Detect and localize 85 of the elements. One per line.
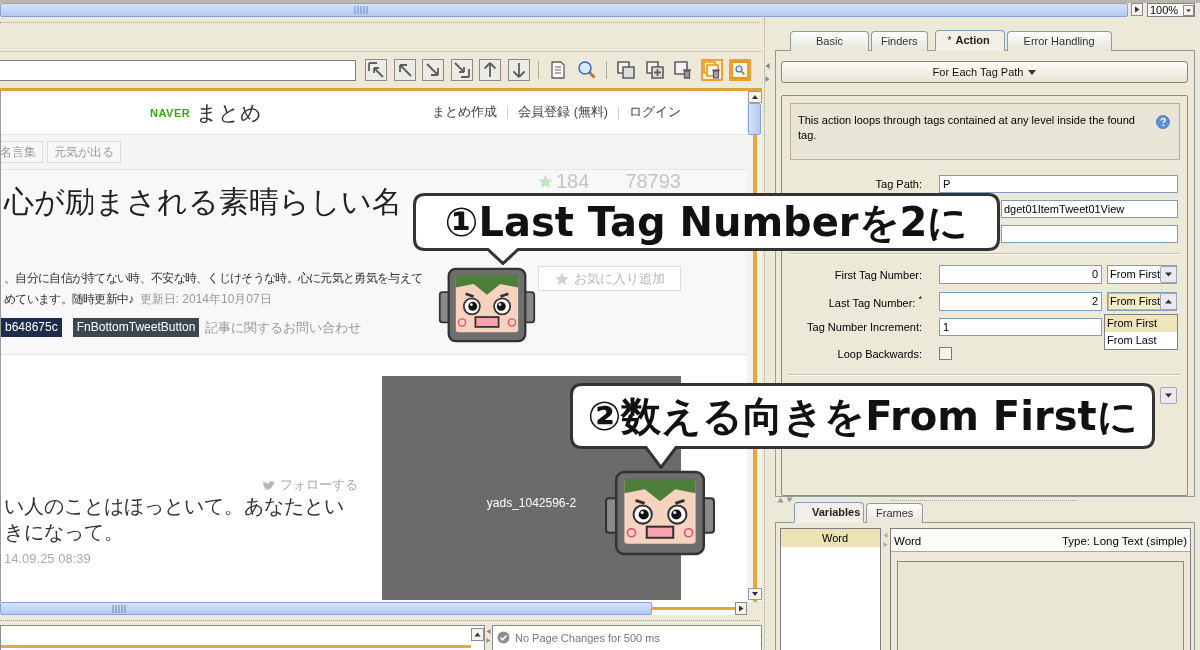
stacked-squares-plus-icon <box>645 61 664 79</box>
square-trash-icon <box>674 61 692 79</box>
text-field[interactable]: dget01ItemTweet01View <box>1001 200 1178 218</box>
down-right-arrow-icon <box>424 61 442 79</box>
field-label: Loop Backwards: <box>836 347 922 360</box>
zoom-dropdown[interactable]: 100% <box>1147 3 1195 17</box>
stacked-squares-trash-icon <box>702 61 721 79</box>
field-label: First Tag Number: <box>833 268 922 281</box>
tab[interactable]: Finders <box>870 31 928 51</box>
element-label: FnBottomTweetButton <box>72 318 200 337</box>
count-from-dropdown[interactable]: From First <box>1107 265 1177 284</box>
article-title: 心が励まされる素晴らしい名 <box>4 184 402 220</box>
help-icon[interactable] <box>1156 115 1170 129</box>
double-down-right-arrow-icon <box>452 61 471 79</box>
tab[interactable]: Frames <box>866 503 924 523</box>
toolbar-button[interactable] <box>700 59 723 81</box>
ad-label: yads_1042596-2 <box>486 496 577 510</box>
toolbar-button[interactable] <box>479 59 501 81</box>
scrollbar-thumb[interactable] <box>0 602 652 615</box>
header-link[interactable]: 会員登録 (無料) <box>518 104 608 121</box>
toolbar-button[interactable] <box>422 59 444 81</box>
field-label: Last Tag Number: $^{*}$ <box>827 294 922 309</box>
tab[interactable]: Basic <box>790 31 869 51</box>
toolbar-button[interactable] <box>643 59 666 81</box>
square-search-icon <box>731 61 749 79</box>
description-text: めています。随時更新中♪ <box>4 291 134 308</box>
caret-icon <box>1028 69 1037 75</box>
scrollbar-thumb[interactable] <box>748 103 761 135</box>
up-caret-icon <box>1160 293 1178 310</box>
grip-icon <box>112 604 126 613</box>
tweet-text: い人のことはほっといて。あなたといきになって。 <box>4 494 345 545</box>
bird-icon <box>262 479 277 491</box>
toolbar-button[interactable] <box>615 59 637 81</box>
element-label: b648675c <box>1 318 62 337</box>
down-caret-icon <box>1160 266 1178 283</box>
description-text: 、自分に自信が持てない時、不安な時、くじけそうな時。心に元気と勇気を与えて <box>4 270 423 287</box>
field-label: Tag Path: <box>874 178 922 190</box>
variable-name: Word <box>894 535 922 547</box>
double-up-left-arrow-icon <box>367 61 385 79</box>
toolbar-button[interactable] <box>393 59 416 81</box>
grip-icon <box>354 6 368 14</box>
field-label: Tag Number Increment: <box>806 321 922 333</box>
toolbar-button[interactable] <box>729 59 751 81</box>
dropdown-option[interactable]: From First <box>1105 315 1177 332</box>
tab[interactable]: Error Handling <box>1006 31 1112 51</box>
document-icon <box>549 61 567 79</box>
up-arrow-icon <box>481 61 499 79</box>
star-icon <box>538 173 553 189</box>
toolbar-button[interactable] <box>507 59 530 81</box>
star-icon <box>554 271 569 286</box>
scrollbar-thumb[interactable] <box>0 3 1128 17</box>
toolbar-button[interactable] <box>575 59 598 81</box>
checkbox[interactable] <box>939 347 952 360</box>
number-field[interactable]: 0 <box>939 265 1102 284</box>
site-title[interactable]: まとめ <box>196 98 263 127</box>
down-caret-icon[interactable] <box>1160 386 1177 404</box>
caret-icon <box>1183 4 1194 16</box>
callout-text: ②数える向きをFrom Firstに <box>587 393 1138 439</box>
variable-type: Type: Long Text (simple) <box>1061 535 1187 547</box>
tab[interactable]: * Action <box>934 30 1005 51</box>
header-link[interactable]: ログイン <box>629 104 681 121</box>
header-link[interactable]: まとめ作成 <box>432 104 498 121</box>
address-field[interactable] <box>0 59 356 81</box>
text-field[interactable] <box>1001 225 1178 243</box>
tab[interactable]: Variables <box>794 502 864 523</box>
variable-item[interactable]: Word <box>781 529 880 547</box>
toolbar-button[interactable] <box>450 59 473 81</box>
action-menu-button[interactable]: For Each Tag Path <box>781 61 1188 83</box>
count-from-dropdown[interactable]: From First <box>1107 292 1177 311</box>
search-icon <box>577 61 596 79</box>
status-text: No Page Changes for 500 ms <box>515 631 660 644</box>
tweet-time: 14.09.25 08:39 <box>3 551 91 566</box>
value-field[interactable] <box>897 561 1184 650</box>
stacked-squares-icon <box>617 61 635 79</box>
dropdown-option[interactable]: From Last <box>1105 332 1177 349</box>
text-field[interactable]: P <box>939 175 1178 193</box>
callout-text: ①Last Tag Numberを2に <box>444 199 969 245</box>
number-field[interactable]: 1 <box>939 318 1102 336</box>
number-field[interactable]: 2 <box>939 292 1102 311</box>
help-text: This action loops through tags contained at any level inside the found tag. <box>798 113 1136 143</box>
update-date: 更新日: 2014年10月07日 <box>139 291 272 308</box>
splitter-arrows-icon[interactable] <box>765 62 770 84</box>
toolbar-button[interactable] <box>365 59 387 81</box>
check-circle-icon <box>497 631 510 644</box>
toolbar-button[interactable] <box>672 59 694 81</box>
